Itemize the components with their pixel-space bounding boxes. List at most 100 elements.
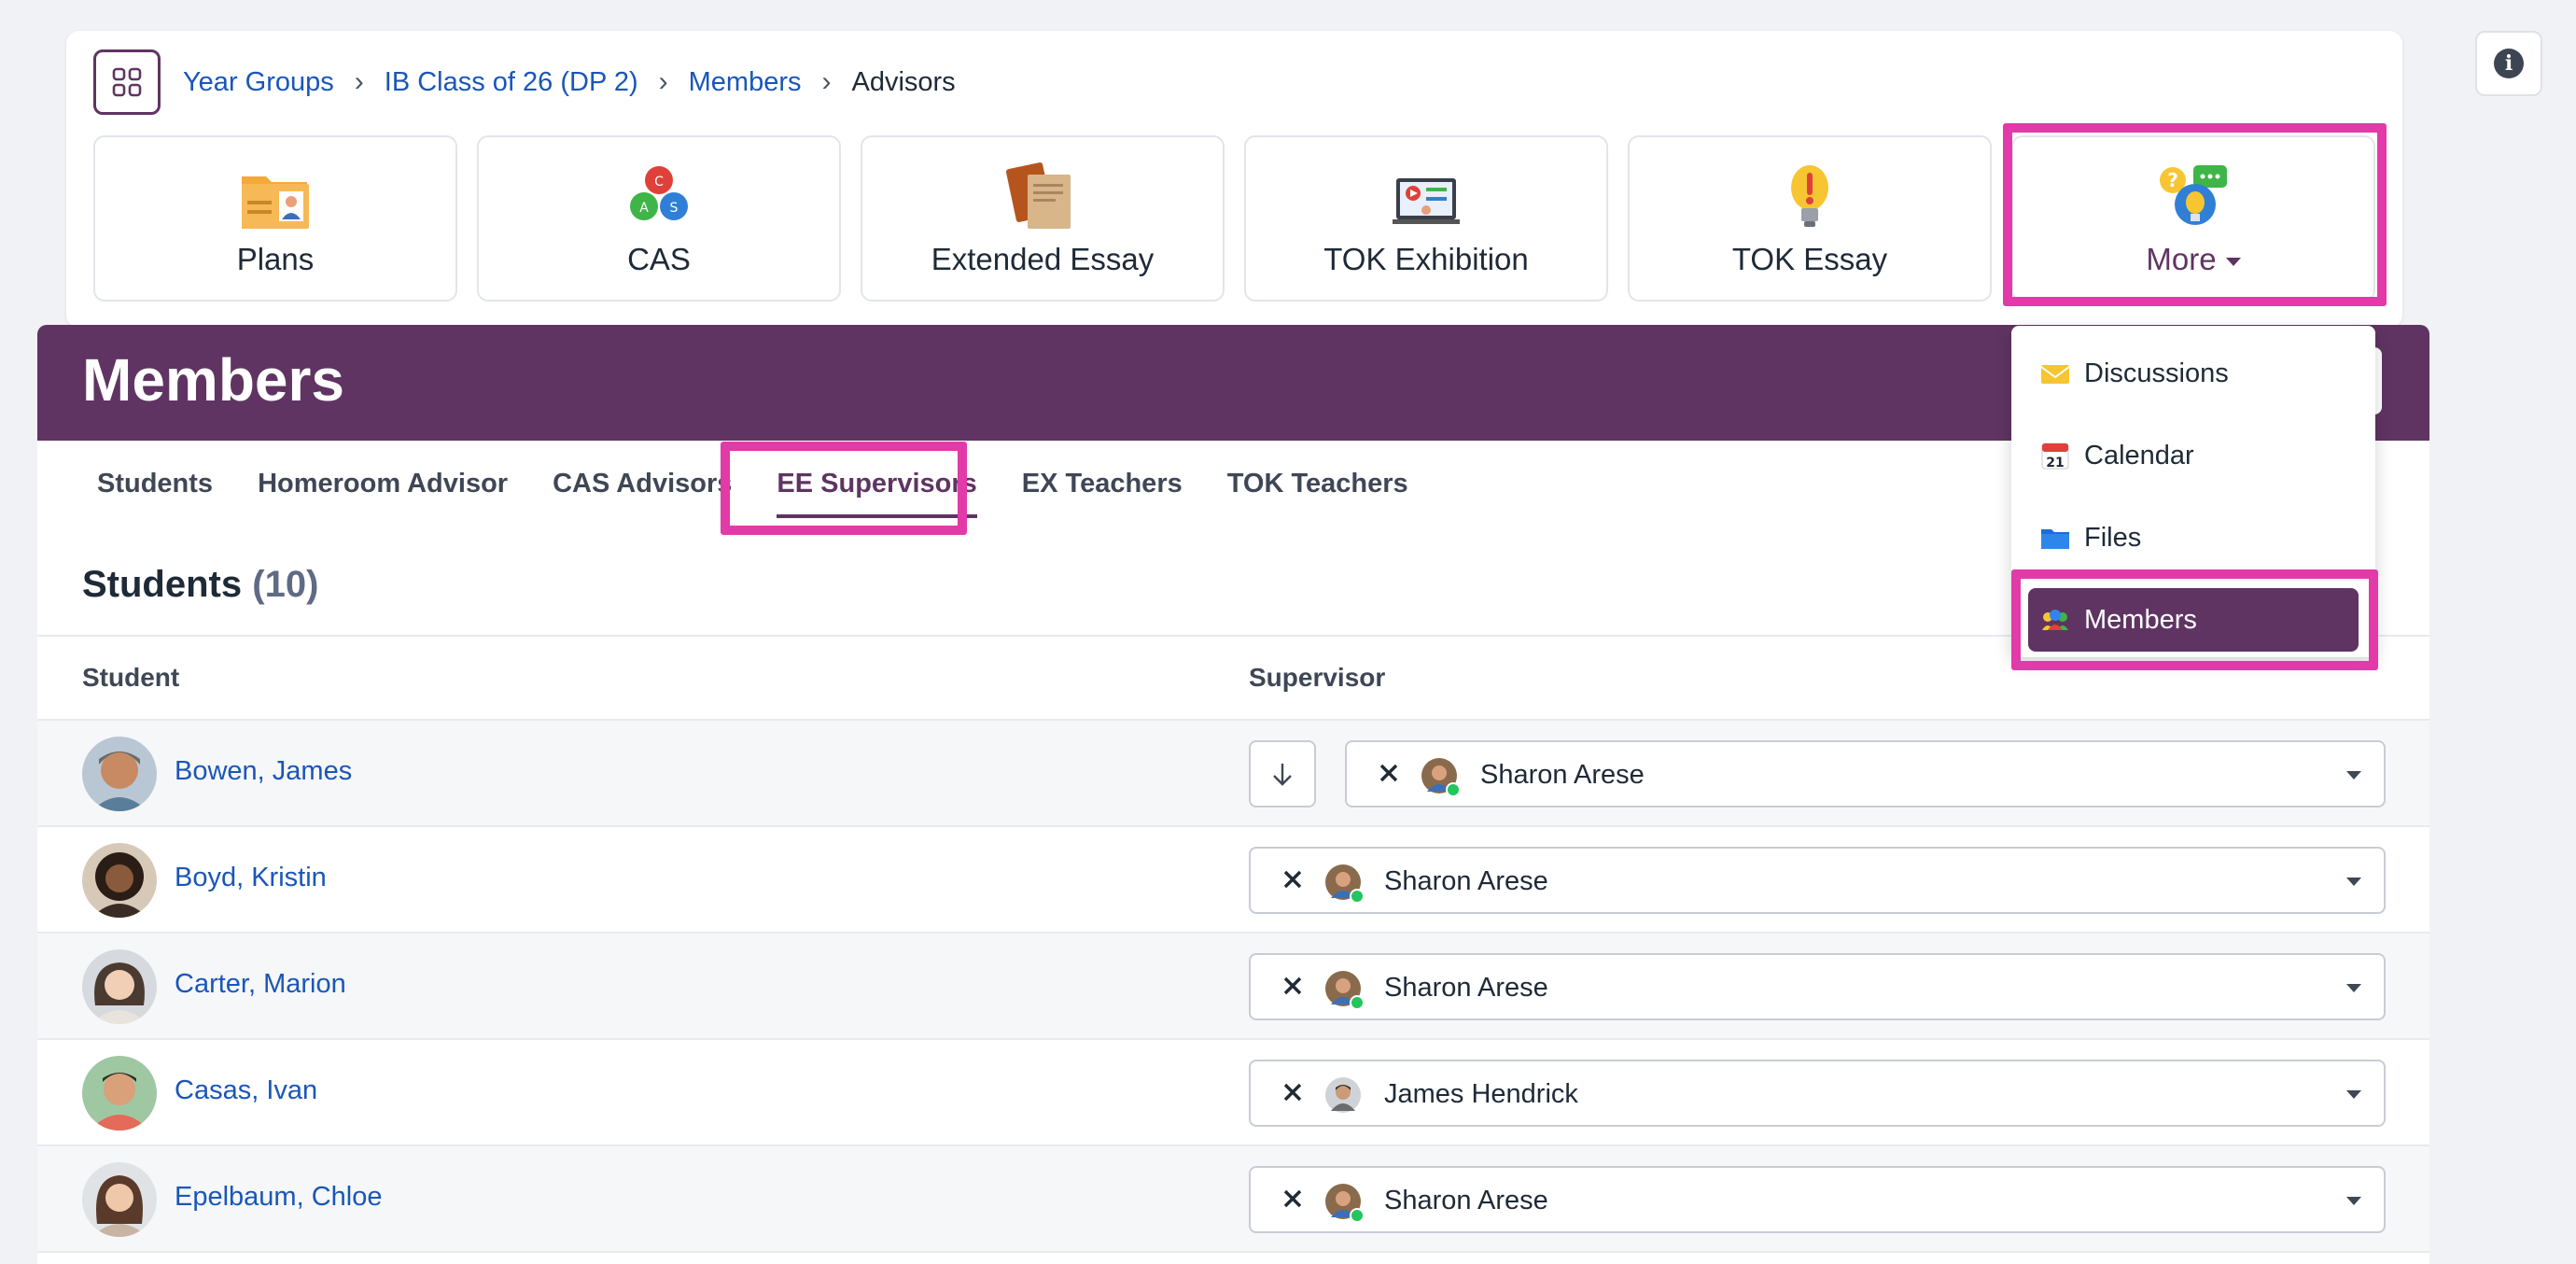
supervisor-select[interactable]: Sharon Arese xyxy=(1249,847,2386,914)
menu-item-discussions[interactable]: Discussions xyxy=(2028,342,2359,405)
tab-homeroom-advisor[interactable]: Homeroom Advisor xyxy=(258,469,508,520)
arrow-down-icon xyxy=(1273,764,1292,786)
supervisor-select[interactable]: Sharon Arese xyxy=(1249,1166,2386,1233)
clear-icon[interactable] xyxy=(1279,1078,1307,1106)
menu-item-members[interactable]: Members xyxy=(2028,588,2359,652)
menu-item-calendar[interactable]: 21 Calendar xyxy=(2028,424,2359,487)
clear-icon[interactable] xyxy=(1279,972,1307,1000)
supervisor-name: Sharon Arese xyxy=(1480,760,1645,790)
online-status-dot xyxy=(1350,1208,1365,1223)
extended-essay-icon xyxy=(1005,162,1071,229)
avatar xyxy=(82,737,157,811)
menu-item-files[interactable]: Files xyxy=(2028,506,2359,569)
supervisor-name: James Hendrick xyxy=(1384,1079,1578,1109)
info-icon: i xyxy=(2494,49,2524,78)
table-row: Carter, Marion Sharon Arese xyxy=(37,934,2429,1040)
tile-label: TOK Essay xyxy=(1731,242,1888,276)
tile-label: Extended Essay xyxy=(931,242,1155,276)
table-row: Casas, Ivan James Hendrick xyxy=(37,1040,2429,1146)
svg-text:21: 21 xyxy=(2046,456,2064,470)
tab-tok-teachers[interactable]: TOK Teachers xyxy=(1227,469,1408,520)
tok-essay-icon xyxy=(1791,165,1828,227)
avatar xyxy=(82,949,157,1024)
more-dropdown-menu: Discussions 21 Calendar Files Members xyxy=(2011,326,2375,657)
tile-label: TOK Exhibition xyxy=(1323,242,1529,276)
calendar-icon: 21 xyxy=(2039,440,2071,471)
tile-tok-exhibition[interactable]: TOK Exhibition xyxy=(1244,135,1608,302)
supervisor-avatar xyxy=(1421,758,1461,797)
supervisor-name: Sharon Arese xyxy=(1384,866,1548,896)
menu-item-label: Members xyxy=(2084,604,2197,635)
section-title: Students (10) xyxy=(82,564,318,606)
student-link[interactable]: Bowen, James xyxy=(175,756,352,787)
cas-icon: C A S xyxy=(630,166,688,220)
avatar xyxy=(82,1162,157,1237)
svg-text:C: C xyxy=(654,175,664,190)
envelope-icon xyxy=(2039,358,2071,389)
breadcrumb-year-groups[interactable]: Year Groups xyxy=(183,67,334,98)
student-link[interactable]: Casas, Ivan xyxy=(175,1075,317,1106)
breadcrumb-class[interactable]: IB Class of 26 (DP 2) xyxy=(385,67,638,98)
supervisor-select[interactable]: Sharon Arese xyxy=(1345,740,2386,808)
tile-extended-essay[interactable]: Extended Essay xyxy=(861,135,1225,302)
supervisor-select[interactable]: Sharon Arese xyxy=(1249,953,2386,1020)
tab-bar: Students Homeroom Advisor CAS Advisors E… xyxy=(97,469,1453,520)
table-row: Bowen, James Sharon Arese xyxy=(37,721,2429,827)
breadcrumb-members[interactable]: Members xyxy=(689,67,802,98)
tab-ex-teachers[interactable]: EX Teachers xyxy=(1022,469,1183,520)
clear-icon[interactable] xyxy=(1375,759,1403,787)
menu-item-label: Calendar xyxy=(2084,440,2194,470)
supervisor-name: Sharon Arese xyxy=(1384,1186,1548,1215)
student-link[interactable]: Carter, Marion xyxy=(175,969,346,1000)
people-icon xyxy=(2039,604,2071,636)
caret-down-icon xyxy=(2346,984,2361,992)
supervisor-avatar xyxy=(1325,971,1365,1010)
caret-down-icon xyxy=(2346,1090,2361,1099)
menu-item-label: Discussions xyxy=(2084,358,2229,388)
chevron-right-icon: › xyxy=(821,66,832,97)
copy-down-button[interactable] xyxy=(1249,740,1316,808)
grid-icon xyxy=(112,67,142,97)
tile-label: More xyxy=(2146,242,2241,277)
svg-text:?: ? xyxy=(2167,169,2178,191)
plans-icon xyxy=(242,176,309,229)
section-title-text: Students xyxy=(82,564,243,605)
svg-text:S: S xyxy=(670,201,679,216)
caret-down-icon xyxy=(2346,878,2361,886)
supervisor-select[interactable]: James Hendrick xyxy=(1249,1060,2386,1127)
more-icon: ? xyxy=(2160,165,2227,225)
section-count: (10) xyxy=(252,564,319,605)
tab-cas-advisors[interactable]: CAS Advisors xyxy=(553,469,732,520)
avatar xyxy=(82,843,157,918)
folder-icon xyxy=(2039,522,2071,554)
tile-more[interactable]: ? More xyxy=(2011,135,2375,302)
clear-icon[interactable] xyxy=(1279,865,1307,893)
page-title: Members xyxy=(82,346,344,414)
student-link[interactable]: Epelbaum, Chloe xyxy=(175,1182,382,1213)
breadcrumb: Year Groups › IB Class of 26 (DP 2) › Me… xyxy=(93,49,956,115)
tile-plans[interactable]: Plans xyxy=(93,135,457,302)
tab-students[interactable]: Students xyxy=(97,469,213,520)
tile-tok-essay[interactable]: TOK Essay xyxy=(1628,135,1992,302)
caret-down-icon xyxy=(2225,257,2241,266)
caret-down-icon xyxy=(2346,1197,2361,1205)
column-header-supervisor: Supervisor xyxy=(1249,663,1386,692)
tab-ee-supervisors[interactable]: EE Supervisors xyxy=(777,469,978,520)
tile-cas[interactable]: C A S CAS xyxy=(477,135,841,302)
menu-item-label: Files xyxy=(2084,522,2142,553)
chevron-right-icon: › xyxy=(354,66,364,97)
student-link[interactable]: Boyd, Kristin xyxy=(175,863,327,893)
caret-down-icon xyxy=(2346,771,2361,779)
clear-icon[interactable] xyxy=(1279,1185,1307,1213)
tile-label: CAS xyxy=(627,242,691,276)
column-header-student: Student xyxy=(82,663,180,692)
supervisor-name: Sharon Arese xyxy=(1384,973,1548,1003)
chevron-right-icon: › xyxy=(658,66,668,97)
table-row: Boyd, Kristin Sharon Arese xyxy=(37,827,2429,934)
online-status-dot xyxy=(1446,782,1461,797)
table-row: Epelbaum, Chloe Sharon Arese xyxy=(37,1146,2429,1253)
online-status-dot xyxy=(1350,889,1365,904)
apps-grid-button[interactable] xyxy=(93,49,161,115)
info-button[interactable]: i xyxy=(2475,31,2542,96)
avatar xyxy=(82,1056,157,1131)
